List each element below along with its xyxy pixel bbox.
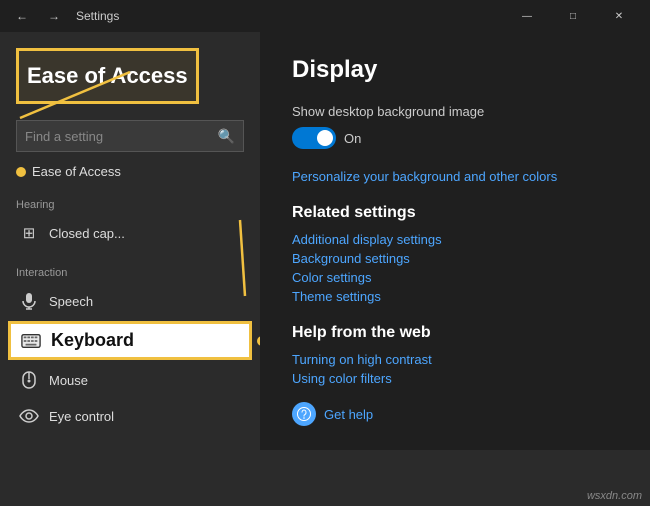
eye-control-icon — [19, 406, 39, 426]
toggle-row: On — [292, 127, 618, 149]
minimize-button[interactable]: — — [504, 0, 550, 32]
search-icon: 🔍 — [218, 128, 235, 145]
closed-captions-icon: ⊞ — [19, 223, 39, 243]
close-button[interactable]: ✕ — [596, 0, 642, 32]
breadcrumb-ease-of-access[interactable]: Ease of Access — [0, 160, 260, 183]
title-bar: ← → Settings — □ ✕ — [0, 0, 650, 32]
app-content: Ease of Access 🔍 Ease of Access Hearing … — [0, 32, 650, 450]
sidebar-item-mouse-label: Mouse — [49, 373, 88, 388]
sidebar-item-keyboard-label: Keyboard — [51, 330, 134, 351]
sidebar-item-speech[interactable]: Speech — [0, 283, 260, 319]
ease-of-access-title-annotation: Ease of Access — [16, 48, 199, 104]
search-bar[interactable]: 🔍 — [16, 120, 244, 152]
background-settings-link[interactable]: Background settings — [292, 251, 618, 266]
sidebar-item-eye-control[interactable]: Eye control — [0, 398, 260, 434]
help-from-web-heading: Help from the web — [292, 324, 618, 342]
related-settings-heading: Related settings — [292, 204, 618, 222]
setting-label-background: Show desktop background image — [292, 104, 618, 119]
watermark: wsxdn.com — [587, 490, 642, 502]
personalize-background-link[interactable]: Personalize your background and other co… — [292, 169, 618, 184]
section-label-hearing: Hearing — [0, 183, 260, 215]
page-title: Display — [292, 56, 618, 84]
sidebar-item-closed-captions[interactable]: ⊞ Closed cap... — [0, 215, 260, 251]
background-image-setting: Show desktop background image On — [292, 104, 618, 161]
get-help-icon — [292, 402, 316, 426]
breadcrumb-dot — [16, 167, 26, 177]
toggle-thumb — [317, 130, 333, 146]
sidebar: Ease of Access 🔍 Ease of Access Hearing … — [0, 32, 260, 450]
sidebar-item-closed-captions-label: Closed cap... — [49, 226, 125, 241]
theme-settings-link[interactable]: Theme settings — [292, 289, 618, 304]
sidebar-item-eye-control-label: Eye control — [49, 409, 114, 424]
additional-display-settings-link[interactable]: Additional display settings — [292, 232, 618, 247]
sidebar-header: Ease of Access — [0, 32, 260, 112]
keyboard-icon — [21, 331, 41, 351]
back-button[interactable]: ← — [8, 6, 36, 26]
using-color-filters-link[interactable]: Using color filters — [292, 371, 618, 386]
color-settings-link[interactable]: Color settings — [292, 270, 618, 285]
main-content: Display Show desktop background image On… — [260, 32, 650, 450]
window-title: Settings — [76, 9, 119, 23]
get-help-link[interactable]: Get help — [324, 407, 373, 422]
sidebar-item-speech-label: Speech — [49, 294, 93, 309]
sidebar-title: Ease of Access — [27, 55, 188, 97]
maximize-button[interactable]: □ — [550, 0, 596, 32]
sidebar-item-keyboard[interactable]: Keyboard — [8, 321, 252, 360]
keyboard-annotation-dot — [257, 336, 260, 346]
section-label-interaction: Interaction — [0, 251, 260, 283]
speech-icon — [19, 291, 39, 311]
mouse-icon — [19, 370, 39, 390]
breadcrumb-text: Ease of Access — [32, 164, 121, 179]
get-help-row[interactable]: Get help — [292, 402, 618, 426]
turning-on-high-contrast-link[interactable]: Turning on high contrast — [292, 352, 618, 367]
background-toggle[interactable] — [292, 127, 336, 149]
sidebar-item-mouse[interactable]: Mouse — [0, 362, 260, 398]
toggle-status: On — [344, 131, 361, 146]
forward-button[interactable]: → — [40, 6, 68, 26]
search-input[interactable] — [25, 129, 218, 144]
